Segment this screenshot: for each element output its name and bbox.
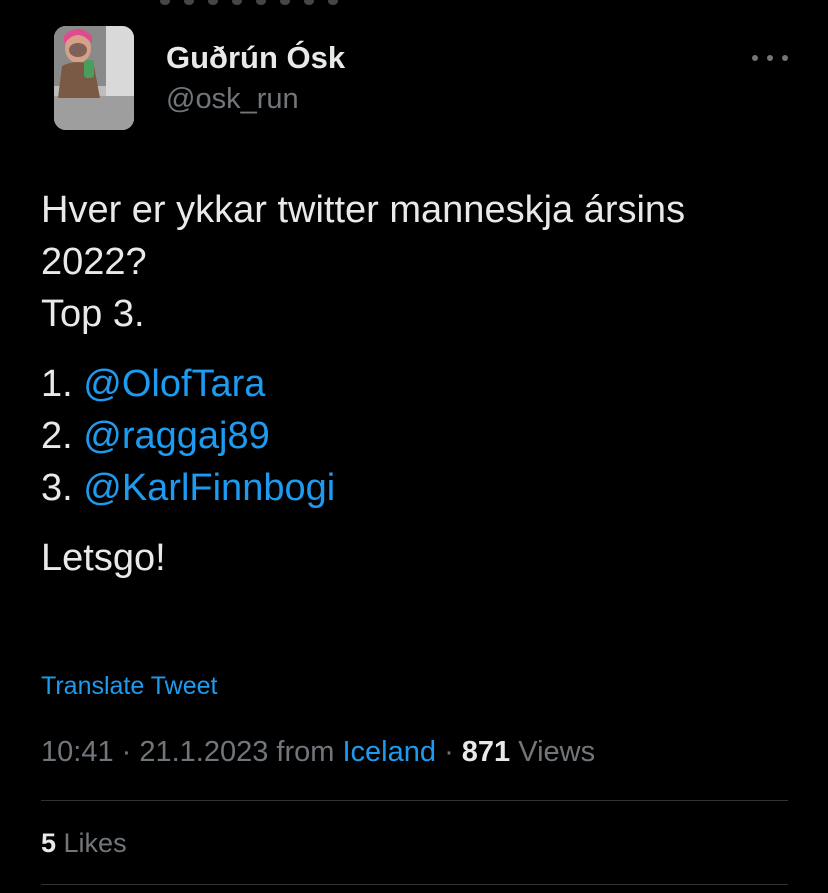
divider bbox=[41, 884, 788, 885]
display-name[interactable]: Guðrún Ósk bbox=[166, 40, 345, 76]
likes-label: Likes bbox=[56, 828, 127, 858]
ranking-item: 1. @OlofTara bbox=[41, 363, 266, 405]
tweet-closing: Letsgo! bbox=[41, 537, 166, 579]
user-handle[interactable]: @osk_run bbox=[166, 82, 299, 116]
tweet-time[interactable]: 10:41 bbox=[41, 736, 114, 768]
more-horizontal-icon-dot bbox=[767, 55, 773, 61]
more-horizontal-icon-dot bbox=[782, 55, 788, 61]
more-options-button[interactable] bbox=[752, 46, 788, 70]
mention-link[interactable]: @raggaj89 bbox=[83, 415, 269, 457]
tweet-subtitle: Top 3. bbox=[41, 293, 145, 335]
ranking-item: 3. @KarlFinnbogi bbox=[41, 467, 336, 509]
likes-stat[interactable]: 5 Likes bbox=[41, 826, 127, 860]
tweet-question: Hver er ykkar twitter manneskja ársins 2… bbox=[41, 189, 686, 283]
avatar-photo bbox=[54, 26, 134, 130]
more-horizontal-icon bbox=[752, 55, 758, 61]
mention-link[interactable]: @KarlFinnbogi bbox=[83, 467, 335, 509]
tweet-header: Guðrún Ósk @osk_run bbox=[0, 0, 828, 140]
location-link[interactable]: Iceland bbox=[343, 736, 437, 768]
views-label: Views bbox=[510, 736, 596, 768]
divider bbox=[41, 800, 788, 801]
ranking-item: 2. @raggaj89 bbox=[41, 415, 270, 457]
translate-tweet-link[interactable]: Translate Tweet bbox=[41, 670, 217, 702]
tweet-text: Hver er ykkar twitter manneskja ársins 2… bbox=[41, 184, 801, 584]
avatar[interactable] bbox=[54, 26, 134, 130]
mention-link[interactable]: @OlofTara bbox=[83, 363, 265, 405]
views-count: 871 bbox=[461, 736, 511, 768]
likes-count: 5 bbox=[41, 828, 57, 858]
tweet-date[interactable]: 21.1.2023 bbox=[139, 736, 268, 768]
tweet-metadata: 10:41 · 21.1.2023 from Iceland · 871 Vie… bbox=[41, 736, 596, 768]
